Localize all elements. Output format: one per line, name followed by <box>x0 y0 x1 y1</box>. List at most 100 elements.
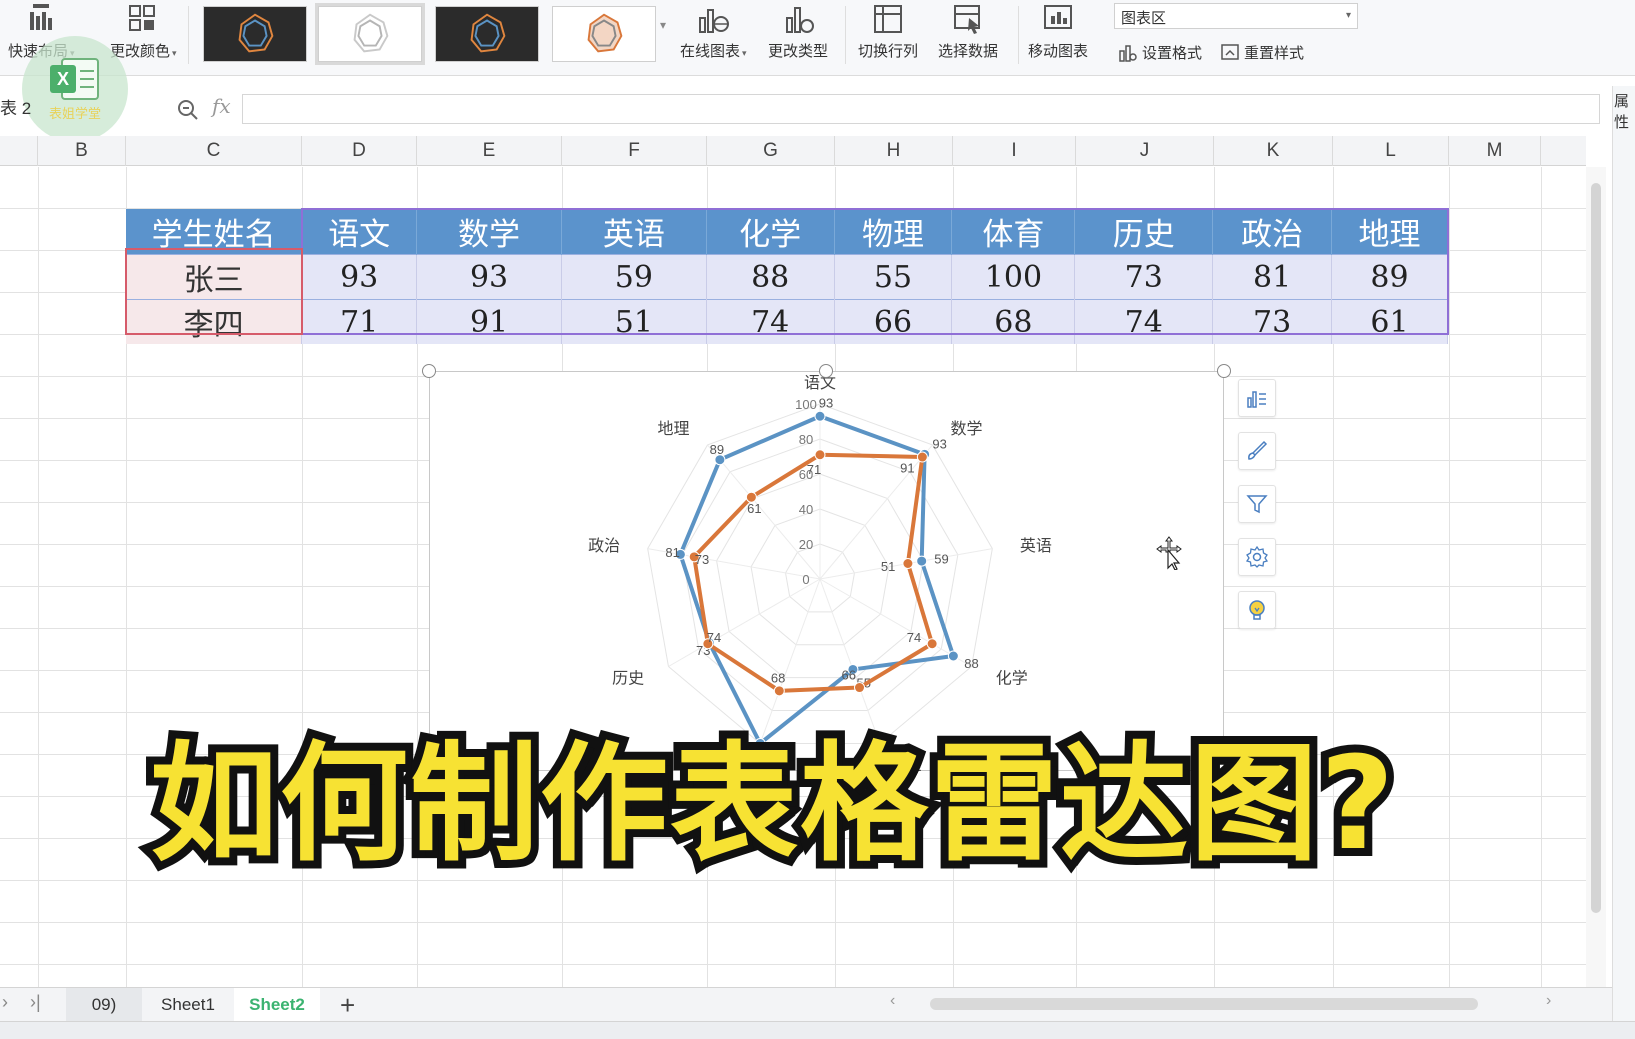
properties-panel-label: 属性 <box>1614 93 1630 131</box>
horizontal-scrollbar[interactable] <box>930 998 1478 1010</box>
sheet-tab-2[interactable]: Sheet1 <box>146 988 230 1022</box>
column-header-j[interactable]: J <box>1076 136 1214 166</box>
column-header-c[interactable]: C <box>126 136 302 166</box>
data-label: 88 <box>964 656 978 671</box>
formula-input[interactable] <box>242 94 1600 124</box>
grid-column-line <box>38 167 39 987</box>
column-header-d[interactable]: D <box>302 136 417 166</box>
select-data-button[interactable]: 选择数据 <box>938 0 998 61</box>
table-cell[interactable]: 89 <box>1331 254 1448 300</box>
chart-element-select[interactable]: 图表区 ▾ <box>1114 3 1358 29</box>
table-cell[interactable]: 74 <box>1074 299 1214 344</box>
vertical-scroll-thumb[interactable] <box>1591 183 1601 913</box>
reset-style-button[interactable]: 重置样式 <box>1220 42 1304 63</box>
chart-ideas-button[interactable] <box>1238 591 1276 629</box>
scroll-left-icon[interactable]: ‹ <box>890 992 895 1010</box>
chart-settings-button[interactable] <box>1238 538 1276 576</box>
switch-row-col-button[interactable]: 切换行列 <box>858 0 918 61</box>
grid-column-line <box>1449 167 1450 987</box>
change-type-button[interactable]: 更改类型 <box>768 0 828 61</box>
table-header-cell[interactable]: 英语 <box>561 209 707 255</box>
radar-chart[interactable]: 0 20 40 60 80 100 语文 数学 英语 化学 物理 体育 历史 政治 地理 93 93 59 88… <box>429 371 1224 772</box>
prev-sheet-icon[interactable]: › <box>2 992 8 1013</box>
set-format-button[interactable]: 设置格式 <box>1118 42 1202 63</box>
table-cell[interactable]: 93 <box>416 254 562 300</box>
table-header-cell[interactable]: 化学 <box>706 209 835 255</box>
column-header-l[interactable]: L <box>1333 136 1449 166</box>
data-label: 93 <box>819 395 833 410</box>
properties-panel[interactable] <box>1612 86 1635 1039</box>
table-header-cell[interactable]: 地理 <box>1331 209 1448 255</box>
table-header-cell[interactable]: 物理 <box>834 209 953 255</box>
table-cell[interactable]: 73 <box>1212 299 1333 344</box>
table-header-cell[interactable]: 数学 <box>416 209 562 255</box>
table-header-cell[interactable]: 体育 <box>951 209 1076 255</box>
table-cell[interactable]: 张三 <box>126 254 303 300</box>
column-header-h[interactable]: H <box>835 136 953 166</box>
resize-handle-top-left[interactable] <box>422 364 436 378</box>
scroll-right-icon[interactable]: › <box>1546 992 1551 1010</box>
table-cell[interactable]: 59 <box>561 254 707 300</box>
data-point <box>814 410 826 422</box>
move-chart-button[interactable]: 移动图表 <box>1028 0 1088 61</box>
table-cell[interactable]: 93 <box>301 254 418 300</box>
vertical-scrollbar[interactable] <box>1586 167 1606 987</box>
column-header-e[interactable]: E <box>417 136 562 166</box>
data-label: 51 <box>881 559 895 574</box>
online-chart-button[interactable]: 在线图表 ▾ <box>680 0 747 61</box>
chart-style-button[interactable] <box>1238 432 1276 470</box>
resize-handle-top[interactable] <box>819 364 833 378</box>
category-label: 化学 <box>996 669 1028 688</box>
sheet-tab-active[interactable]: Sheet2 <box>234 988 320 1022</box>
table-cell[interactable]: 李四 <box>126 299 303 344</box>
table-header-cell[interactable]: 政治 <box>1212 209 1333 255</box>
chart-filter-button[interactable] <box>1238 485 1276 523</box>
zoom-search-icon[interactable] <box>176 98 200 122</box>
column-header-b[interactable]: B <box>38 136 126 166</box>
column-header-bar: B C D E F G H I J K L M <box>0 136 1586 166</box>
table-cell[interactable]: 61 <box>1331 299 1448 344</box>
resize-handle-top-right[interactable] <box>1217 364 1231 378</box>
table-cell[interactable]: 100 <box>951 254 1076 300</box>
table-header-cell[interactable]: 学生姓名 <box>126 209 303 255</box>
sheet-tab-1[interactable]: 09) <box>66 988 142 1022</box>
table-cell[interactable]: 71 <box>301 299 418 344</box>
table-cell[interactable]: 73 <box>1074 254 1214 300</box>
name-box[interactable]: 表 2 <box>0 94 120 122</box>
chart-style-thumb-2[interactable] <box>315 3 425 65</box>
data-label: 91 <box>900 461 914 476</box>
table-cell[interactable]: 91 <box>416 299 562 344</box>
table-cell[interactable]: 55 <box>834 254 953 300</box>
chart-style-thumb-1[interactable] <box>203 6 307 62</box>
fx-label[interactable]: fx <box>212 94 231 118</box>
chevron-down-icon: ▾ <box>1345 10 1351 21</box>
data-point <box>916 555 928 567</box>
table-cell[interactable]: 74 <box>706 299 835 344</box>
data-label: 74 <box>707 630 721 645</box>
table-cell[interactable]: 51 <box>561 299 707 344</box>
column-header-m[interactable]: M <box>1449 136 1541 166</box>
table-cell[interactable]: 68 <box>951 299 1076 344</box>
chart-style-thumb-4[interactable] <box>552 6 656 62</box>
table-header-cell[interactable]: 语文 <box>301 209 418 255</box>
column-header-i[interactable]: I <box>953 136 1076 166</box>
change-type-label: 更改类型 <box>768 43 829 60</box>
last-sheet-icon[interactable]: ›| <box>30 992 41 1013</box>
data-label: 68 <box>771 671 785 686</box>
data-label: 89 <box>710 442 724 457</box>
change-color-button[interactable]: 更改颜色 ▾ <box>110 0 177 61</box>
corner-cell[interactable] <box>0 136 38 166</box>
column-header-f[interactable]: F <box>562 136 707 166</box>
table-cell[interactable]: 88 <box>706 254 835 300</box>
more-styles-icon[interactable]: ▾ <box>660 18 666 32</box>
column-header-g[interactable]: G <box>707 136 835 166</box>
chart-elements-button[interactable] <box>1238 379 1276 417</box>
data-label: 59 <box>934 552 948 567</box>
add-sheet-button[interactable]: + <box>340 990 355 1021</box>
table-header-cell[interactable]: 历史 <box>1074 209 1214 255</box>
category-label: 数学 <box>950 419 982 438</box>
table-cell[interactable]: 81 <box>1212 254 1333 300</box>
column-header-k[interactable]: K <box>1214 136 1333 166</box>
table-cell[interactable]: 66 <box>834 299 953 344</box>
chart-style-thumb-3[interactable] <box>435 6 539 62</box>
